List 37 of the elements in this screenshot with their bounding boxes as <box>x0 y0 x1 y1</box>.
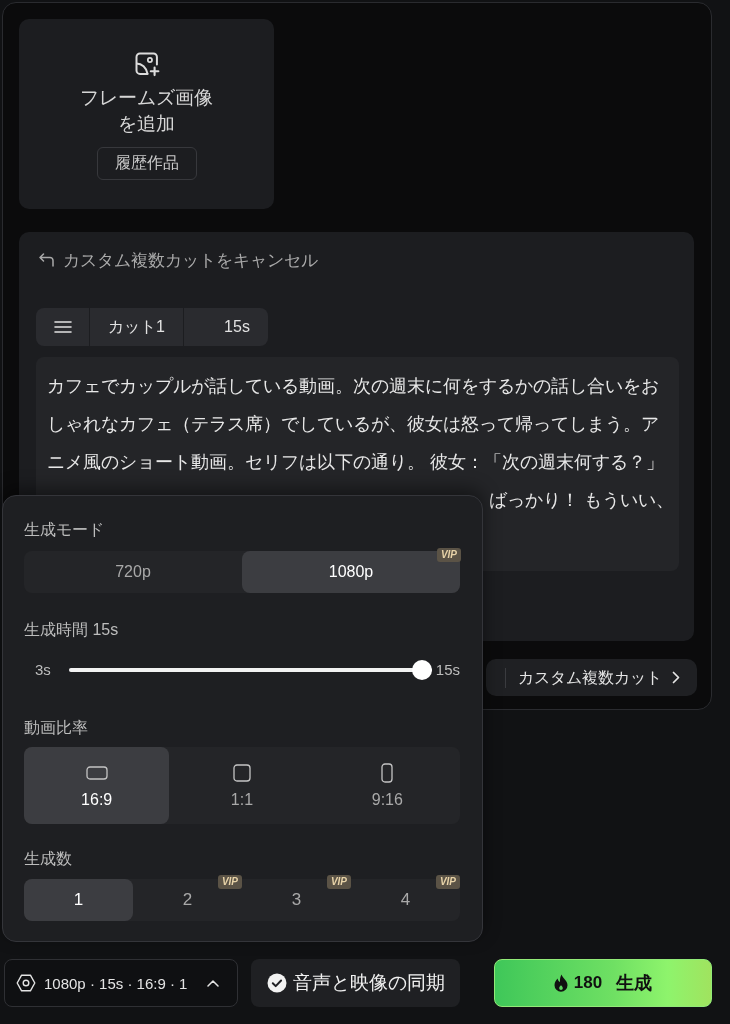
vip-badge: VIP <box>435 875 460 889</box>
aspect-ratio-option[interactable]: 16:9 <box>24 747 170 824</box>
hexagon-settings-icon <box>16 973 36 993</box>
generate-button[interactable]: 180 生成 <box>494 959 712 1007</box>
prompt-text: カフェでカップルが話している動画。次の週末に何をするかの話し合いをおしゃれなカフェ（テラス席）でしているが、彼女は怒って帰ってしまう。アニメ風のショート動画。セリフは以下の通り。 彼女：「次の週末何する？」 <box>47 375 665 474</box>
cut-duration-button[interactable]: 15s <box>184 308 268 346</box>
aspect-ratio-option[interactable]: 1:1 <box>169 747 315 824</box>
cut-name-tab[interactable]: カット1 <box>90 308 184 346</box>
generation-settings-button[interactable]: 1080p · 15s · 16:9 · 1 <box>4 959 238 1007</box>
portrait-ratio-icon <box>381 762 394 783</box>
aspect-ratio-option[interactable]: 9:16 <box>314 747 460 824</box>
chevron-up-icon <box>207 979 220 987</box>
return-arrow-icon <box>38 253 54 267</box>
audio-video-sync-toggle[interactable]: 音声と映像の同期 <box>251 959 460 1007</box>
chevron-right-icon <box>672 671 680 684</box>
landscape-ratio-icon <box>85 765 108 780</box>
prompt-text-fragment: ばっかり！ もういい、 <box>488 489 674 512</box>
section-label: 動画比率 <box>24 718 88 738</box>
duration-slider[interactable] <box>68 660 432 680</box>
section-label: 生成数 <box>24 849 72 869</box>
slider-thumb[interactable] <box>411 660 432 680</box>
history-button[interactable]: 履歴作品 <box>96 147 197 180</box>
vip-badge: VIP <box>326 875 351 889</box>
count-option[interactable]: 1 <box>24 879 133 921</box>
menu-icon <box>53 320 72 334</box>
custom-cuts-button[interactable]: カスタム複数カット <box>518 667 680 688</box>
section-label: 生成時間 15s <box>24 620 119 640</box>
slider-max-label: 15s <box>435 660 460 680</box>
frames-upload-card[interactable]: フレームズ画像を追加 履歴作品 <box>19 19 274 209</box>
resolution-option[interactable]: 1080p VIP <box>242 551 460 593</box>
cancel-custom-cuts-link[interactable]: カスタム複数カットをキャンセル <box>36 250 318 270</box>
slider-min-label: 3s <box>35 660 51 680</box>
vip-badge: VIP <box>436 548 461 562</box>
square-ratio-icon <box>233 763 251 782</box>
flame-icon <box>553 974 568 992</box>
vip-badge: VIP <box>217 875 242 889</box>
add-frames-label: フレームズ画像を追加 <box>79 86 214 136</box>
